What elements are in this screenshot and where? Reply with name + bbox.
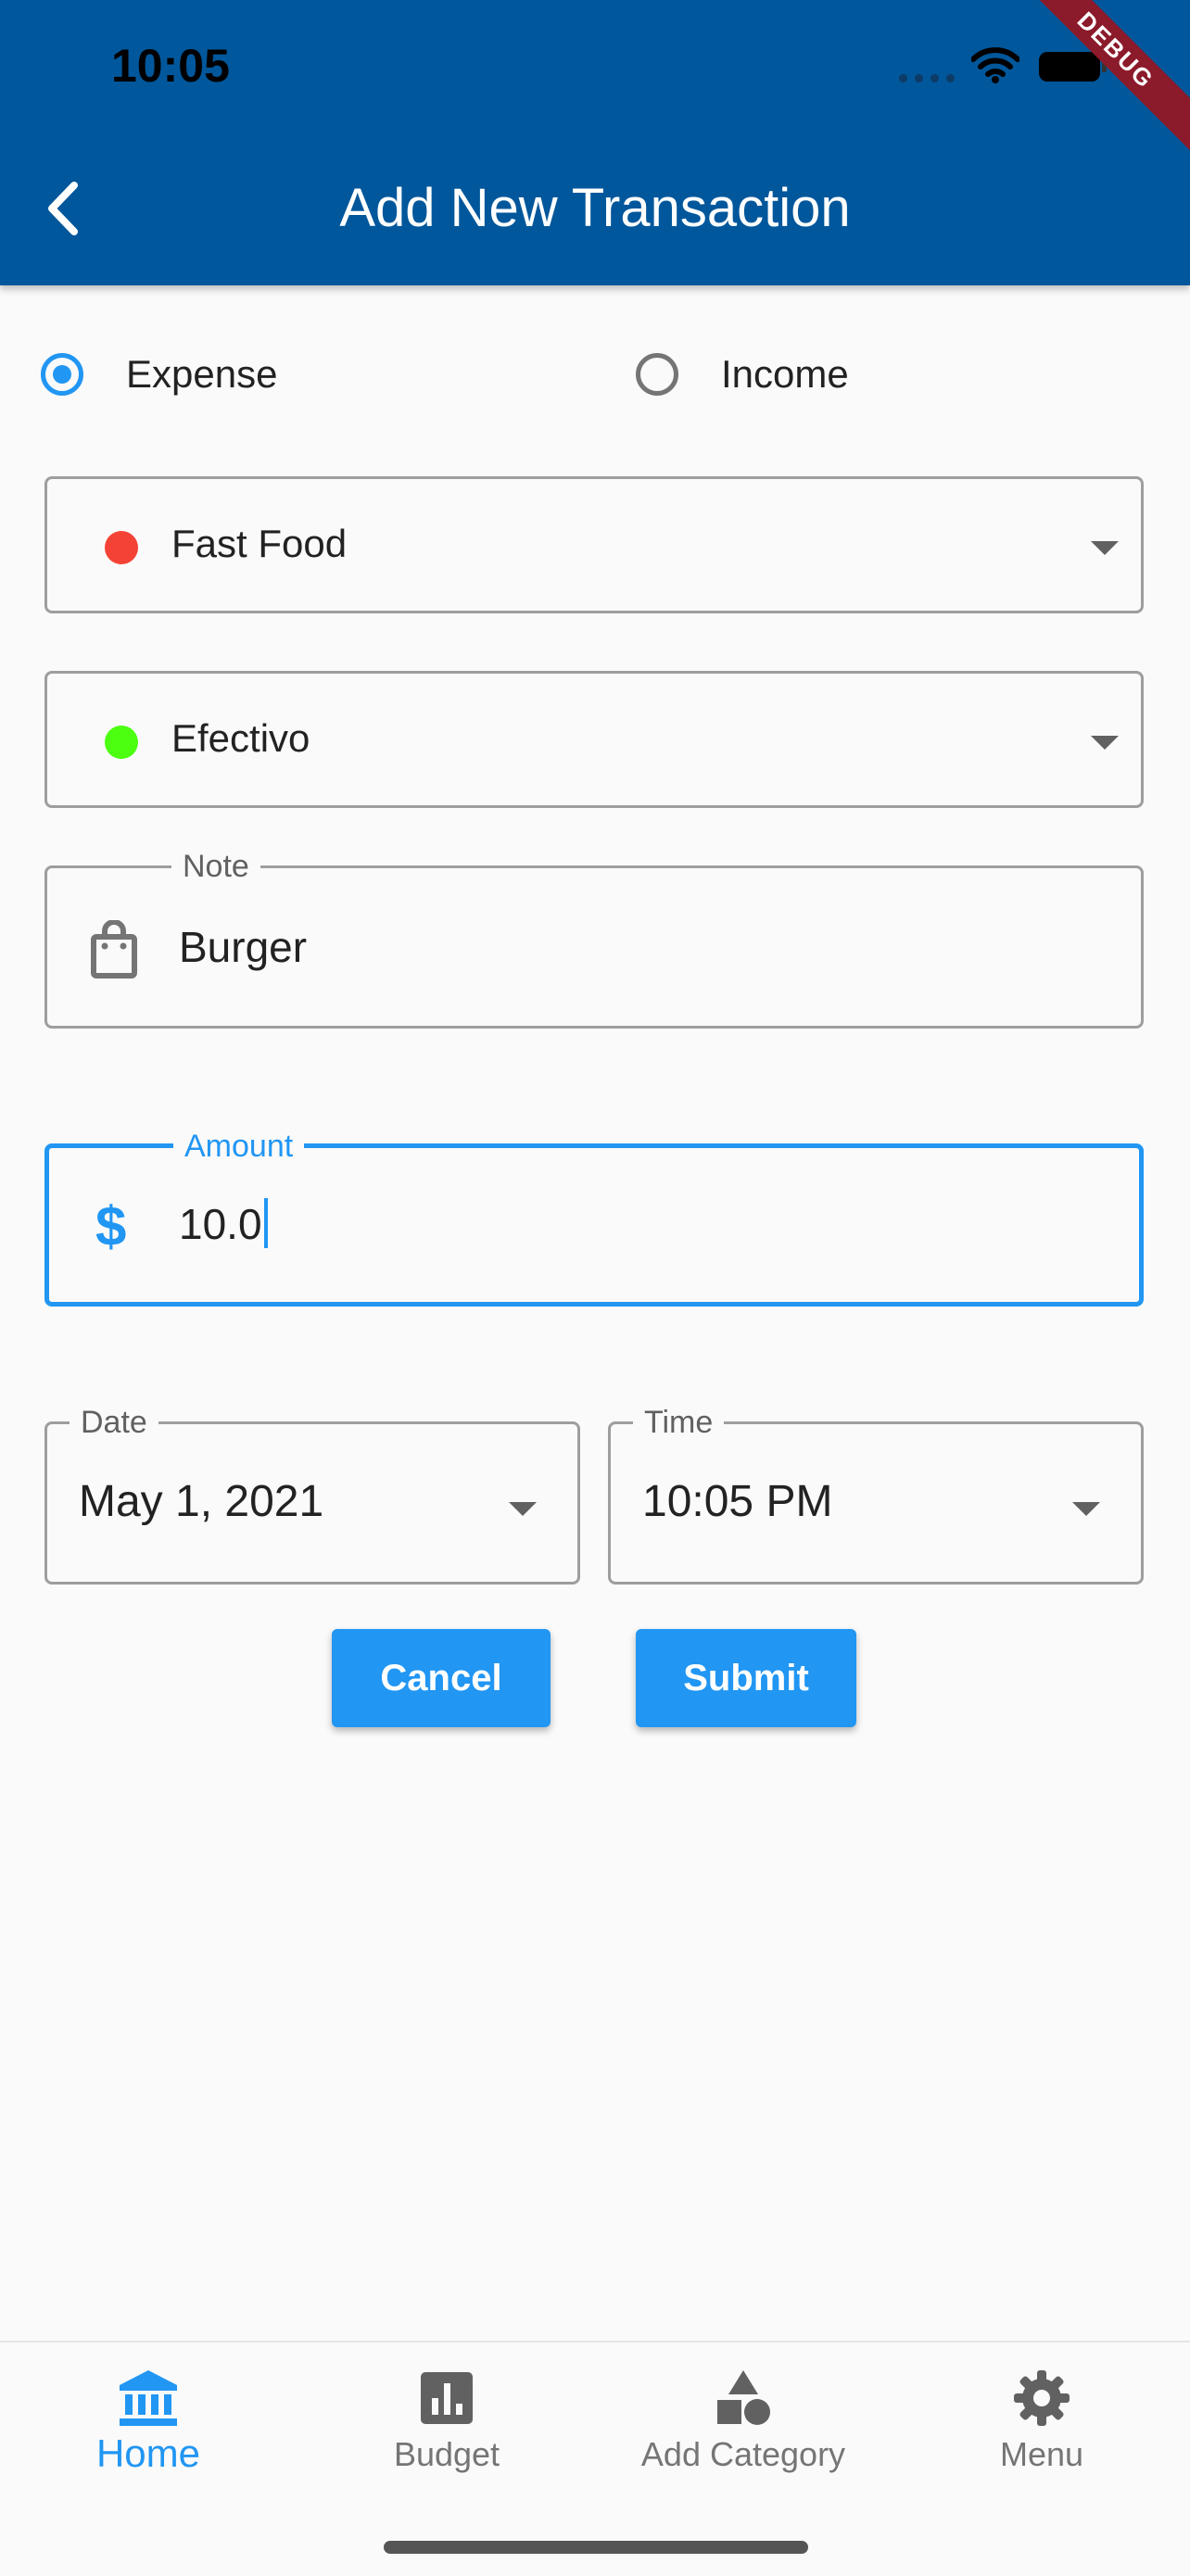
nav-item-budget[interactable]: Budget: [298, 2368, 595, 2474]
note-field[interactable]: Note Burger: [44, 848, 1144, 1029]
gear-icon: [1014, 2370, 1070, 2426]
amount-label: Amount: [173, 1128, 305, 1165]
nav-label-add-category: Add Category: [640, 2435, 846, 2473]
home-indicator[interactable]: [384, 2541, 808, 2554]
shapes-icon: [717, 2370, 770, 2425]
category-color-dot: [105, 531, 138, 564]
time-label: Time: [633, 1404, 725, 1441]
nav-item-home[interactable]: Home: [0, 2368, 297, 2476]
dropdown-arrow-icon[interactable]: [1091, 541, 1119, 555]
category-value: Fast Food: [171, 522, 348, 565]
status-time: 10:05: [111, 40, 230, 92]
expense-label: Expense: [126, 352, 278, 396]
dropdown-arrow-icon[interactable]: [509, 1502, 537, 1516]
radio-unchecked-icon[interactable]: [636, 353, 678, 396]
amount-input[interactable]: 10.0: [179, 1198, 268, 1249]
nav-item-menu[interactable]: Menu: [893, 2368, 1190, 2474]
amount-field[interactable]: Amount $ 10.0: [44, 1128, 1144, 1307]
shopping-bag-icon: [91, 920, 137, 979]
nav-label-budget: Budget: [393, 2435, 500, 2473]
amount-value: 10.0: [179, 1200, 262, 1248]
cancel-button[interactable]: Cancel: [332, 1629, 551, 1727]
note-label: Note: [171, 848, 260, 885]
account-value: Efectivo: [171, 716, 310, 760]
expense-radio[interactable]: Expense: [41, 352, 277, 397]
date-picker[interactable]: Date May 1, 2021: [44, 1404, 580, 1585]
income-radio[interactable]: Income: [636, 352, 849, 397]
dollar-icon: $: [95, 1195, 127, 1257]
date-value: May 1, 2021: [79, 1477, 324, 1526]
radio-checked-icon[interactable]: [41, 353, 83, 396]
bar-chart-icon: [421, 2372, 473, 2424]
app-bar: 10:05 DEBUG Add New Transaction: [0, 0, 1190, 285]
category-dropdown[interactable]: Fast Food: [44, 476, 1144, 613]
income-label: Income: [721, 352, 849, 396]
time-picker[interactable]: Time 10:05 PM: [608, 1404, 1144, 1585]
date-label: Date: [70, 1404, 158, 1441]
wifi-icon: [971, 47, 1019, 83]
account-dropdown[interactable]: Efectivo: [44, 671, 1144, 808]
nav-item-add-category[interactable]: Add Category: [595, 2368, 892, 2474]
transaction-type-group: Expense Income: [41, 352, 1153, 408]
nav-label-home: Home: [95, 2431, 201, 2475]
note-input[interactable]: Burger: [179, 922, 307, 972]
account-color-dot: [105, 726, 138, 759]
text-cursor: [263, 1198, 268, 1248]
cellular-signal-icon: [899, 74, 955, 82]
bank-icon: [120, 2370, 177, 2426]
time-value: 10:05 PM: [642, 1477, 833, 1526]
dropdown-arrow-icon[interactable]: [1091, 736, 1119, 750]
page-title: Add New Transaction: [339, 178, 851, 238]
dropdown-arrow-icon[interactable]: [1072, 1502, 1100, 1516]
nav-label-menu: Menu: [999, 2435, 1084, 2473]
submit-button[interactable]: Submit: [636, 1629, 856, 1727]
